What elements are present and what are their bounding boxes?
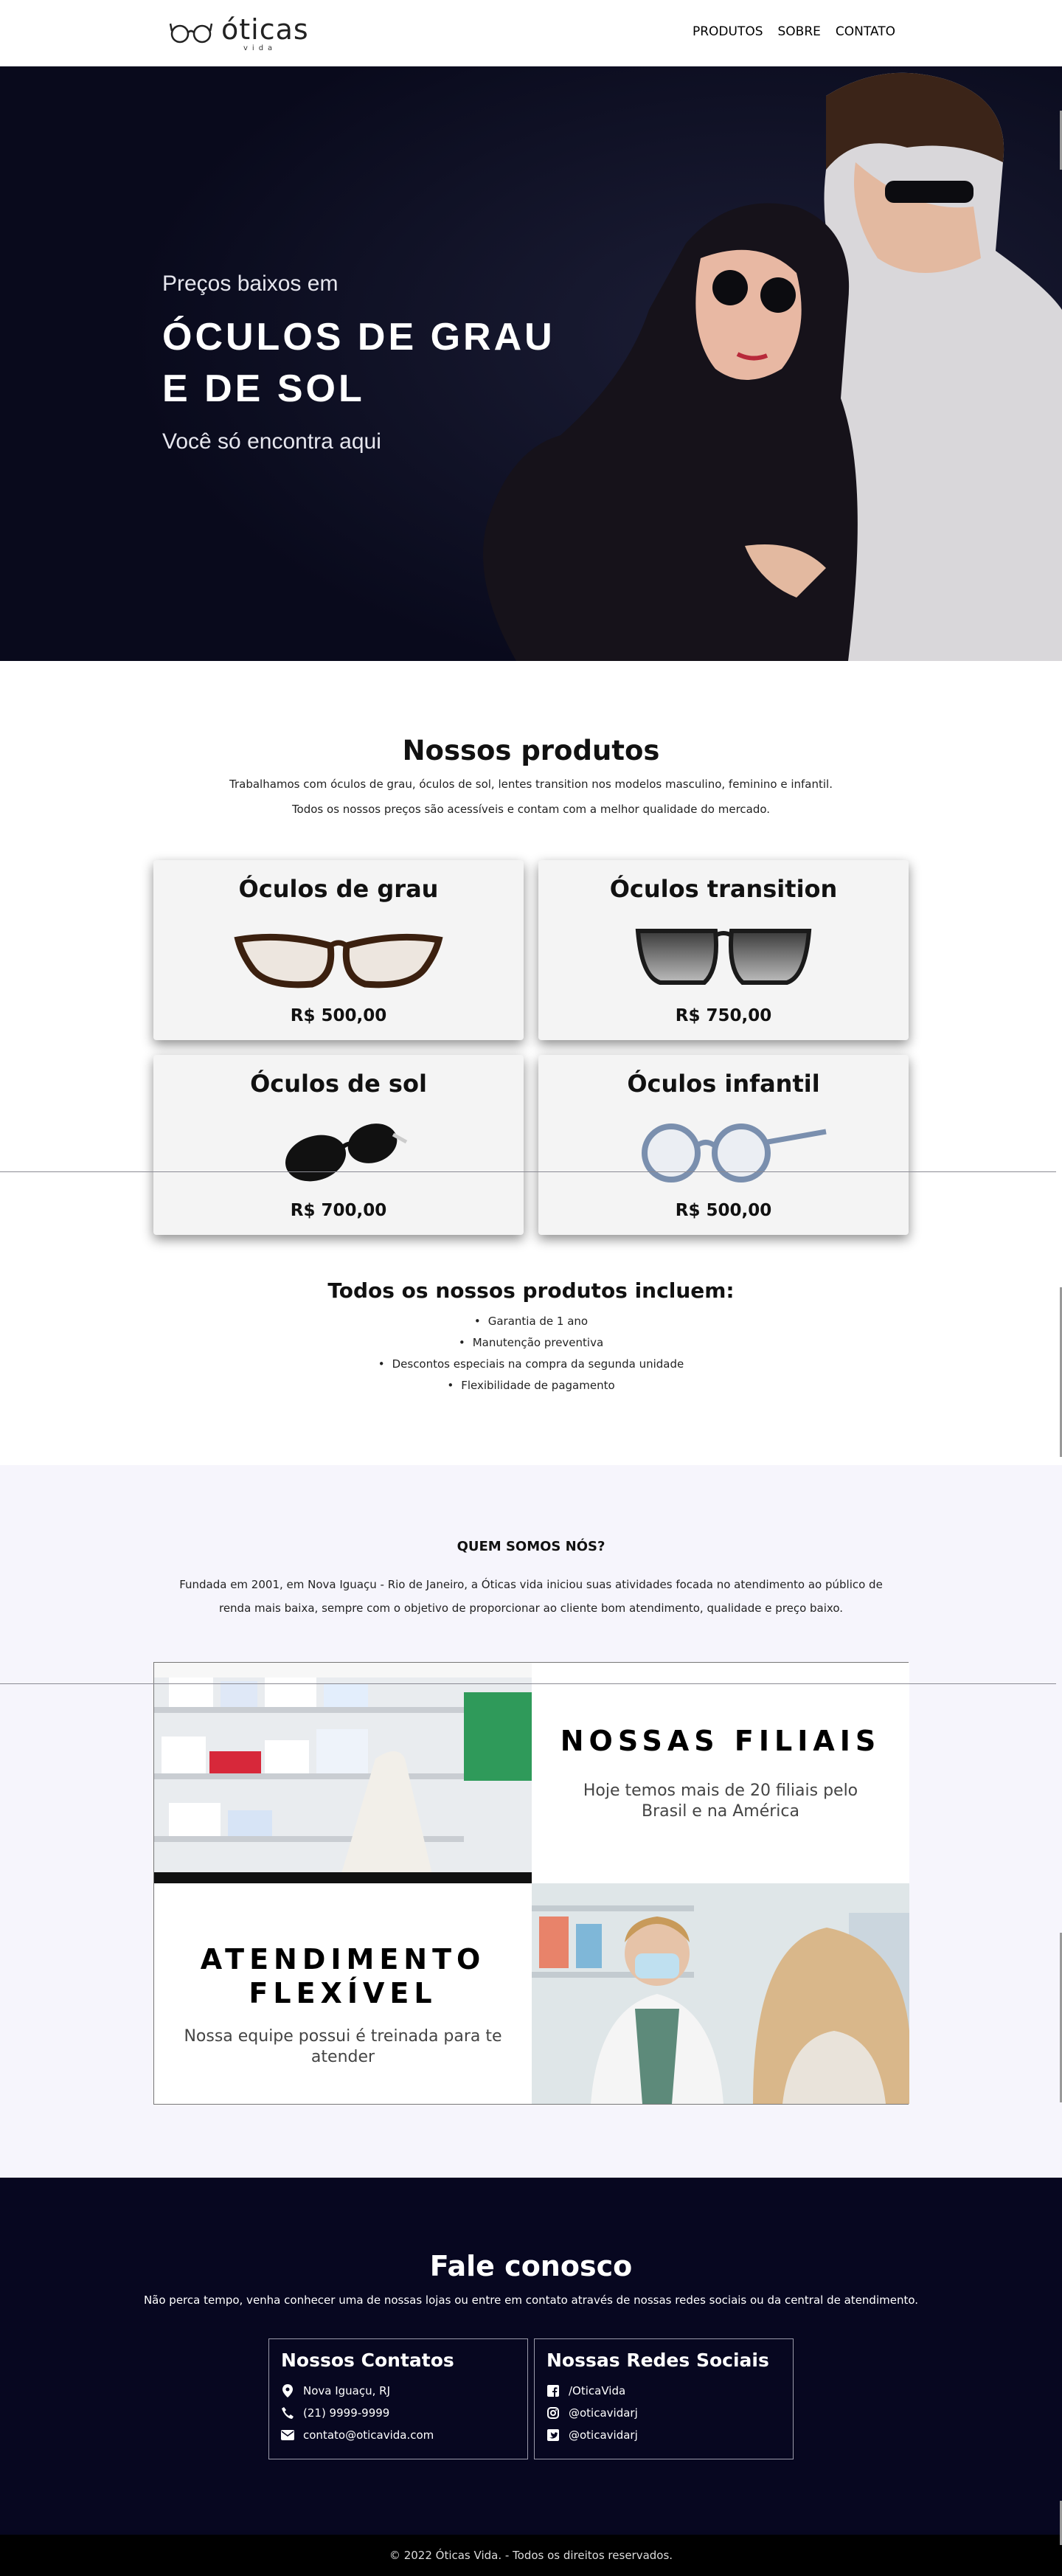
kids-glasses-icon xyxy=(642,1123,827,1183)
contact-email[interactable]: contato@oticavida.com xyxy=(281,2424,516,2446)
branches-title: NOSSAS FILIAIS xyxy=(560,1725,881,1757)
facebook-icon xyxy=(546,2384,560,2397)
site-header: óticas vida PRODUTOS SOBRE CONTATO xyxy=(0,0,1062,66)
contacts-title: Nossos Contatos xyxy=(281,2350,454,2371)
logo[interactable]: óticas vida xyxy=(170,13,310,55)
contact-address-text: Nova Iguaçu, RJ xyxy=(303,2384,391,2397)
includes-title: Todos os nossos produtos incluem: xyxy=(327,1278,735,1303)
list-item: Garantia de 1 ano xyxy=(0,1311,1062,1332)
about-title: QUEM SOMOS NÓS? xyxy=(457,1539,605,1554)
social-instagram[interactable]: @oticavidarj xyxy=(546,2402,781,2424)
contact-email-text: contato@oticavida.com xyxy=(303,2428,434,2442)
list-item: Flexibilidade de pagamento xyxy=(0,1375,1062,1396)
contact-text: Não perca tempo, venha conhecer uma de n… xyxy=(143,2293,919,2307)
contact-footer: Fale conosco Não perca tempo, venha conh… xyxy=(0,2178,1062,2576)
service-title: ATENDIMENTO FLEXÍVEL xyxy=(200,1943,486,2009)
products-title: Nossos produtos xyxy=(402,735,660,766)
social-twitter[interactable]: @oticavidarj xyxy=(546,2424,781,2446)
product-card-title: Óculos de grau xyxy=(238,875,439,903)
main-nav: PRODUTOS SOBRE CONTATO xyxy=(693,24,895,39)
pharmacy-shelf-image xyxy=(154,1663,532,1883)
envelope-icon xyxy=(281,2428,294,2442)
list-item: Manutenção preventiva xyxy=(0,1332,1062,1354)
service-text: Nossa equipe possui é treinada para te a… xyxy=(184,2027,502,2066)
product-card-price: R$ 700,00 xyxy=(290,1201,387,1220)
product-card-infantil[interactable]: Óculos infantil R$ 500,00 xyxy=(538,1055,909,1235)
social-instagram-text: @oticavidarj xyxy=(569,2406,638,2420)
includes-list: Garantia de 1 ano Manutenção preventiva … xyxy=(0,1311,1062,1396)
social-twitter-text: @oticavidarj xyxy=(569,2428,638,2442)
service-tile: ATENDIMENTO FLEXÍVEL Nossa equipe possui… xyxy=(154,1883,532,2104)
contact-address: Nova Iguaçu, RJ xyxy=(281,2380,516,2402)
logo-subtitle: vida xyxy=(243,44,277,52)
hero-kicker: Preços baixos em xyxy=(162,271,339,296)
hero-title: ÓCULOS DE GRAU E DE SOL xyxy=(162,316,555,410)
copyright-bar: © 2022 Óticas Vida. - Todos os direitos … xyxy=(0,2535,1062,2576)
transition-glasses-icon xyxy=(635,929,812,985)
branches-tile: NOSSAS FILIAIS Hoje temos mais de 20 fil… xyxy=(532,1663,909,1883)
product-card-transition[interactable]: Óculos transition R$ 750,00 xyxy=(538,860,909,1040)
product-card-price: R$ 750,00 xyxy=(675,1006,772,1025)
product-card-grau[interactable]: Óculos de grau R$ 500,00 xyxy=(153,860,524,1040)
hero-tagline: Você só encontra aqui xyxy=(162,429,381,454)
contacts-box: Nossos Contatos Nova Iguaçu, RJ (21) 999… xyxy=(268,2338,528,2459)
nav-link-sobre[interactable]: SOBRE xyxy=(778,24,821,39)
social-title: Nossas Redes Sociais xyxy=(546,2350,769,2371)
nav-link-contato[interactable]: CONTATO xyxy=(836,24,895,39)
sunglasses-icon xyxy=(285,1123,408,1182)
product-card-title: Óculos de sol xyxy=(250,1070,427,1098)
pharmacist-customer-image xyxy=(532,1883,909,2104)
twitter-icon xyxy=(546,2428,560,2442)
map-pin-icon xyxy=(281,2384,294,2397)
hero-banner: Preços baixos em ÓCULOS DE GRAU E DE SOL… xyxy=(0,66,1062,661)
contact-title: Fale conosco xyxy=(429,2250,633,2282)
logo-wordmark: óticas xyxy=(221,13,309,46)
contact-phone[interactable]: (21) 9999-9999 xyxy=(281,2402,516,2424)
product-card-price: R$ 500,00 xyxy=(675,1201,772,1220)
product-card-price: R$ 500,00 xyxy=(290,1006,387,1025)
products-intro-line-1: Trabalhamos com óculos de grau, óculos d… xyxy=(229,778,833,791)
about-grid: NOSSAS FILIAIS Hoje temos mais de 20 fil… xyxy=(153,1662,909,2105)
social-facebook[interactable]: /OticaVida xyxy=(546,2380,781,2402)
glasses-logo-icon xyxy=(170,23,213,44)
branches-text: Hoje temos mais de 20 filiais pelo Brasi… xyxy=(583,1782,858,1821)
product-card-title: Óculos transition xyxy=(609,875,838,903)
cat-eye-glasses-icon xyxy=(234,933,443,988)
product-card-title: Óculos infantil xyxy=(627,1070,820,1098)
product-card-sol[interactable]: Óculos de sol R$ 700,00 xyxy=(153,1055,524,1235)
nav-link-produtos[interactable]: PRODUTOS xyxy=(693,24,763,39)
contact-phone-text: (21) 9999-9999 xyxy=(303,2406,390,2420)
social-facebook-text: /OticaVida xyxy=(569,2384,626,2397)
phone-icon xyxy=(281,2406,294,2420)
instagram-icon xyxy=(546,2406,560,2420)
divider-line xyxy=(0,1171,1056,1172)
social-box: Nossas Redes Sociais /OticaVida @oticavi… xyxy=(534,2338,794,2459)
about-text: Fundada em 2001, em Nova Iguaçu - Rio de… xyxy=(179,1578,883,1615)
products-intro-line-2: Todos os nossos preços são acessíveis e … xyxy=(291,803,771,816)
about-section: QUEM SOMOS NÓS? Fundada em 2001, em Nova… xyxy=(0,1465,1062,2178)
list-item: Descontos especiais na compra da segunda… xyxy=(0,1354,1062,1375)
divider-line xyxy=(0,1683,1056,1684)
